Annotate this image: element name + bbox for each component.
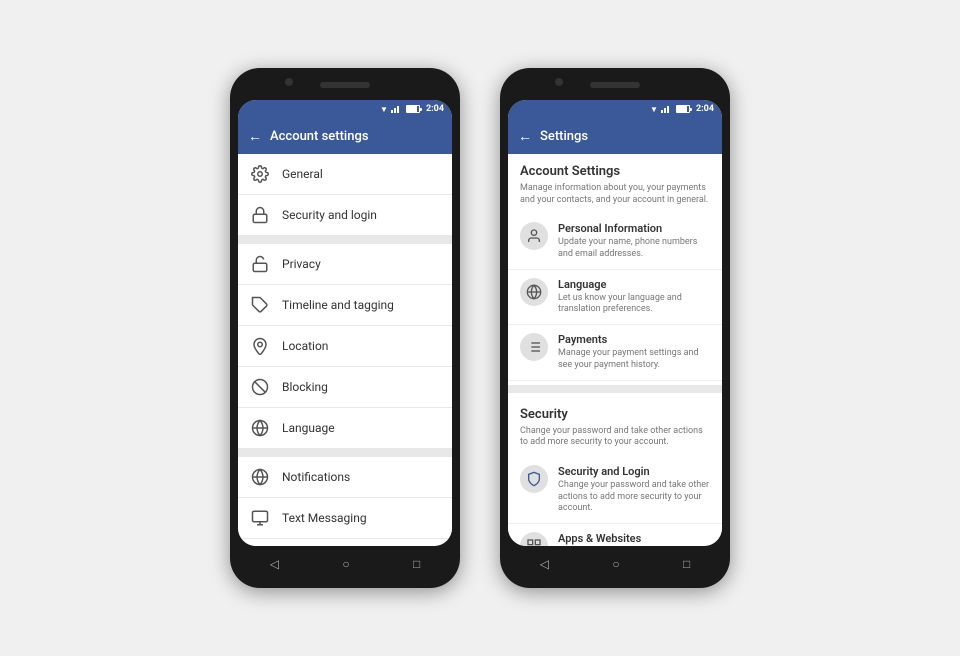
tag-icon [250,295,270,315]
signal-icon [391,105,401,113]
security-heading: Security [508,397,722,426]
menu-label-security: Security and login [282,208,377,222]
time-right: 2:04 [696,104,714,114]
detail-item-personal[interactable]: Personal Information Update your name, p… [508,214,722,269]
phone-left-screen: ▼ 2:04 ← Account settings [238,100,452,546]
recent-nav-left[interactable]: □ [413,557,420,571]
detail-content: Account Settings Manage information abou… [508,154,722,546]
menu-list-left: General Security and login [238,154,452,546]
header-bar-left: ← Account settings [238,118,452,154]
detail-item-security-login[interactable]: Security and Login Change your password … [508,457,722,524]
payments-title: Payments [558,333,710,346]
wifi-icon: ▼ [380,105,388,114]
menu-label-general: General [282,167,323,181]
menu-item-public[interactable]: Public Posts [238,539,452,546]
status-bar-left: ▼ 2:04 [238,100,452,118]
divider-2 [238,449,452,457]
block-icon [250,377,270,397]
menu-label-language: Language [282,421,335,435]
lock-icon [250,205,270,225]
globe-icon [250,418,270,438]
globe-detail-icon [520,278,548,306]
section-security: Security Change your password and take o… [508,397,722,547]
back-button-right[interactable]: ← [518,128,532,145]
back-button-left[interactable]: ← [248,128,262,145]
bottom-nav-left: ◁ ○ □ [238,548,452,580]
menu-item-location[interactable]: Location [238,326,452,367]
shield-icon [520,465,548,493]
menu-item-language[interactable]: Language [238,408,452,449]
header-bar-right: ← Settings [508,118,722,154]
menu-item-timeline[interactable]: Timeline and tagging [238,285,452,326]
location-icon [250,336,270,356]
language-desc: Let us know your language and translatio… [558,293,710,316]
security-login-desc: Change your password and take other acti… [558,480,710,515]
apps-text: Apps & Websites [558,532,710,546]
security-login-text: Security and Login Change your password … [558,465,710,515]
gear-icon [250,164,270,184]
menu-item-privacy[interactable]: Privacy [238,244,452,285]
back-nav-right[interactable]: ◁ [540,557,549,571]
home-nav-left[interactable]: ○ [342,557,349,571]
menu-label-timeline: Timeline and tagging [282,298,394,312]
menu-label-location: Location [282,339,328,353]
phone-right-screen: ▼ 2:04 ← Settings Account Settings [508,100,722,546]
personal-desc: Update your name, phone numbers and emai… [558,237,710,260]
bottom-nav-right: ◁ ○ □ [508,548,722,580]
divider-1 [238,236,452,244]
language-title: Language [558,278,710,291]
status-icons-left: ▼ 2:04 [380,104,444,114]
apps-icon [520,532,548,546]
phone-right: ▼ 2:04 ← Settings Account Settings [500,68,730,588]
account-subtext: Manage information about you, your payme… [508,183,722,214]
phone-left: ▼ 2:04 ← Account settings [230,68,460,588]
menu-label-texting: Text Messaging [282,511,367,525]
person-icon [520,222,548,250]
message-icon [250,508,270,528]
signal-icon-right [661,105,671,113]
payments-desc: Manage your payment settings and see you… [558,348,710,371]
menu-label-notifications: Notifications [282,470,350,484]
language-text: Language Let us know your language and t… [558,278,710,316]
battery-icon-left [406,105,420,113]
detail-item-language[interactable]: Language Let us know your language and t… [508,270,722,325]
status-bar-right: ▼ 2:04 [508,100,722,118]
menu-item-security[interactable]: Security and login [238,195,452,236]
personal-text: Personal Information Update your name, p… [558,222,710,260]
security-subtext: Change your password and take other acti… [508,426,722,457]
time-left: 2:04 [426,104,444,114]
account-heading: Account Settings [508,154,722,183]
menu-label-privacy: Privacy [282,257,321,271]
payments-text: Payments Manage your payment settings an… [558,333,710,371]
menu-item-notifications[interactable]: Notifications [238,457,452,498]
battery-icon-right [676,105,690,113]
personal-title: Personal Information [558,222,710,235]
security-login-title: Security and Login [558,465,710,478]
menu-item-texting[interactable]: Text Messaging [238,498,452,539]
back-nav-left[interactable]: ◁ [270,557,279,571]
detail-item-apps[interactable]: Apps & Websites [508,524,722,546]
apps-title: Apps & Websites [558,532,710,545]
header-title-left: Account settings [270,129,369,144]
privacy-icon [250,254,270,274]
menu-item-general[interactable]: General [238,154,452,195]
detail-item-payments[interactable]: Payments Manage your payment settings an… [508,325,722,380]
header-title-right: Settings [540,129,588,144]
menu-item-blocking[interactable]: Blocking [238,367,452,408]
notifications-icon [250,467,270,487]
payments-icon [520,333,548,361]
section-separator [508,385,722,393]
status-icons-right: ▼ 2:04 [650,104,714,114]
menu-label-blocking: Blocking [282,380,328,394]
recent-nav-right[interactable]: □ [683,557,690,571]
wifi-icon-right: ▼ [650,105,658,114]
section-account: Account Settings Manage information abou… [508,154,722,381]
home-nav-right[interactable]: ○ [612,557,619,571]
